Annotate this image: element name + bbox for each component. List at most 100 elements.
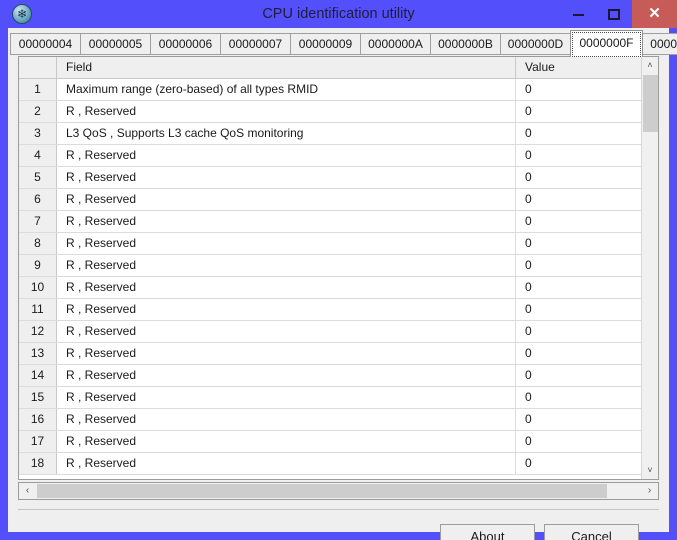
- row-value[interactable]: 0: [517, 321, 643, 342]
- row-value[interactable]: 0: [517, 277, 643, 298]
- scroll-up-icon[interactable]: ˄: [642, 57, 658, 74]
- row-value[interactable]: 0: [517, 299, 643, 320]
- row-field[interactable]: R , Reserved: [58, 453, 516, 474]
- grid-header-corner[interactable]: [19, 57, 57, 78]
- row-value[interactable]: 0: [517, 255, 643, 276]
- table-row[interactable]: 8R , Reserved 0: [19, 233, 643, 255]
- minimize-icon: [573, 14, 584, 16]
- row-field[interactable]: R , Reserved: [58, 409, 516, 430]
- row-value[interactable]: 0: [517, 343, 643, 364]
- tab-0000000A[interactable]: 0000000A: [360, 33, 431, 55]
- row-field[interactable]: R , Reserved: [58, 211, 516, 232]
- row-number[interactable]: 16: [19, 409, 57, 430]
- horizontal-scroll-thumb[interactable]: [37, 484, 607, 498]
- table-row[interactable]: 16 R , Reserved 0: [19, 409, 643, 431]
- table-row[interactable]: 4R , Reserved 0: [19, 145, 643, 167]
- table-row[interactable]: 18 R , Reserved 0: [19, 453, 643, 475]
- row-number[interactable]: 14: [19, 365, 57, 386]
- row-number[interactable]: 6: [19, 189, 57, 210]
- row-value[interactable]: 0: [517, 145, 643, 166]
- row-number[interactable]: 11: [19, 299, 57, 320]
- row-number[interactable]: 8: [19, 233, 57, 254]
- maximize-button[interactable]: [596, 0, 632, 28]
- row-number[interactable]: 15: [19, 387, 57, 408]
- table-row[interactable]: 12 R , Reserved 0: [19, 321, 643, 343]
- close-button[interactable]: ✕: [632, 0, 677, 28]
- cancel-button[interactable]: Cancel: [544, 524, 639, 540]
- row-field[interactable]: L3 QoS , Supports L3 cache QoS monitorin…: [58, 123, 516, 144]
- vertical-scroll-thumb[interactable]: [643, 75, 658, 132]
- tab-00000006[interactable]: 00000006: [150, 33, 221, 55]
- row-value[interactable]: 0: [517, 409, 643, 430]
- row-field[interactable]: R , Reserved: [58, 145, 516, 166]
- row-number[interactable]: 4: [19, 145, 57, 166]
- table-row[interactable]: 5R , Reserved 0: [19, 167, 643, 189]
- row-number[interactable]: 2: [19, 101, 57, 122]
- row-value[interactable]: 0: [517, 211, 643, 232]
- row-number[interactable]: 9: [19, 255, 57, 276]
- grid-vertical-scrollbar[interactable]: ˄ ˅: [641, 57, 658, 479]
- row-number[interactable]: 13: [19, 343, 57, 364]
- tab-0000000B[interactable]: 0000000B: [430, 33, 501, 55]
- row-value[interactable]: 0: [517, 79, 643, 100]
- table-row[interactable]: 11 R , Reserved 0: [19, 299, 643, 321]
- column-header-value[interactable]: Value: [517, 57, 643, 78]
- table-row[interactable]: 9R , Reserved 0: [19, 255, 643, 277]
- row-value[interactable]: 0: [517, 365, 643, 386]
- row-value[interactable]: 0: [517, 387, 643, 408]
- row-number[interactable]: 10: [19, 277, 57, 298]
- row-number[interactable]: 1: [19, 79, 57, 100]
- row-value[interactable]: 0: [517, 189, 643, 210]
- row-value[interactable]: 0: [517, 233, 643, 254]
- row-field[interactable]: R , Reserved: [58, 431, 516, 452]
- table-row[interactable]: 15 R , Reserved 0: [19, 387, 643, 409]
- tab-label: 00000009: [298, 37, 353, 51]
- column-header-field[interactable]: Field: [58, 57, 516, 78]
- table-row[interactable]: 13 R , Reserved 0: [19, 343, 643, 365]
- table-row[interactable]: 14 R , Reserved 0: [19, 365, 643, 387]
- row-value[interactable]: 0: [517, 101, 643, 122]
- table-row[interactable]: 17 R , Reserved 0: [19, 431, 643, 453]
- row-value[interactable]: 0: [517, 453, 643, 474]
- scroll-down-icon[interactable]: ˅: [642, 462, 658, 479]
- row-number[interactable]: 3: [19, 123, 57, 144]
- table-row[interactable]: 2R , Reserved 0: [19, 101, 643, 123]
- tab-00000009[interactable]: 00000009: [290, 33, 361, 55]
- row-value[interactable]: 0: [517, 167, 643, 188]
- tab-0000000F[interactable]: 0000000F: [570, 30, 643, 57]
- row-number[interactable]: 12: [19, 321, 57, 342]
- row-field[interactable]: R , Reserved: [58, 299, 516, 320]
- about-button[interactable]: About: [440, 524, 535, 540]
- scroll-left-icon[interactable]: ‹: [19, 483, 36, 499]
- table-row[interactable]: 6R , Reserved 0: [19, 189, 643, 211]
- row-field[interactable]: R , Reserved: [58, 343, 516, 364]
- table-row[interactable]: 10 R , Reserved 0: [19, 277, 643, 299]
- grid-horizontal-scrollbar[interactable]: ‹ ›: [18, 482, 659, 500]
- tab-00000005[interactable]: 00000005: [80, 33, 151, 55]
- row-value[interactable]: 0: [517, 431, 643, 452]
- table-row[interactable]: 3 L3 QoS , Supports L3 cache QoS monitori…: [19, 123, 643, 145]
- row-field[interactable]: R , Reserved: [58, 167, 516, 188]
- tab-00000004[interactable]: 00000004: [10, 33, 81, 55]
- tab-00000007[interactable]: 00000007: [220, 33, 291, 55]
- row-field[interactable]: R , Reserved: [58, 387, 516, 408]
- row-field[interactable]: R , Reserved: [58, 255, 516, 276]
- tab-00000010[interactable]: 00000010: [642, 33, 677, 55]
- row-number[interactable]: 17: [19, 431, 57, 452]
- row-field[interactable]: R , Reserved: [58, 233, 516, 254]
- table-row[interactable]: 7R , Reserved 0: [19, 211, 643, 233]
- tab-0000000D[interactable]: 0000000D: [500, 33, 571, 55]
- row-field[interactable]: Maximum range (zero-based) of all types …: [58, 79, 516, 100]
- row-field[interactable]: R , Reserved: [58, 101, 516, 122]
- row-number[interactable]: 18: [19, 453, 57, 474]
- row-field[interactable]: R , Reserved: [58, 365, 516, 386]
- row-number[interactable]: 5: [19, 167, 57, 188]
- row-field[interactable]: R , Reserved: [58, 189, 516, 210]
- row-field[interactable]: R , Reserved: [58, 321, 516, 342]
- row-value[interactable]: 0: [517, 123, 643, 144]
- row-number[interactable]: 7: [19, 211, 57, 232]
- minimize-button[interactable]: [560, 0, 596, 28]
- table-row[interactable]: 1 Maximum range (zero-based) of all types…: [19, 79, 643, 101]
- row-field[interactable]: R , Reserved: [58, 277, 516, 298]
- scroll-right-icon[interactable]: ›: [641, 483, 658, 499]
